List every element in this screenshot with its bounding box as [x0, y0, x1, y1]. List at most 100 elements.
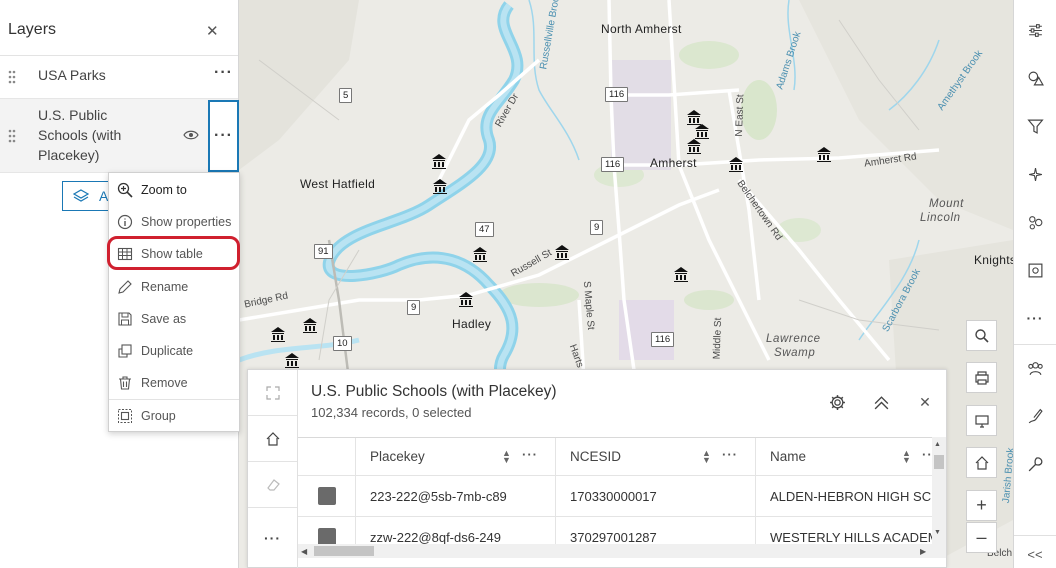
map-label-hadley: Hadley: [452, 317, 492, 331]
school-marker-icon[interactable]: [431, 177, 449, 195]
route-shield: 10: [333, 336, 352, 351]
layer-name-line: Placekey): [38, 147, 100, 163]
school-marker-icon[interactable]: [269, 325, 287, 343]
layer-options-button-active[interactable]: ···: [208, 100, 239, 172]
sort-icon[interactable]: ▲ ▼: [502, 449, 511, 465]
add-layer-button[interactable]: A: [62, 181, 112, 211]
aggregation-button[interactable]: [1014, 204, 1056, 240]
school-marker-icon[interactable]: [727, 155, 745, 173]
sharing-button[interactable]: [1014, 350, 1056, 386]
effects-icon: [1028, 167, 1042, 181]
visibility-eye-icon[interactable]: [183, 129, 199, 141]
menu-item-remove[interactable]: Remove: [109, 368, 239, 398]
tools-icon: [1028, 456, 1042, 471]
menu-item-save-as[interactable]: Save as: [109, 304, 239, 334]
table-vertical-scrollbar[interactable]: ▲ ▼: [932, 437, 946, 558]
collapse-table-button[interactable]: [871, 392, 891, 412]
sort-icon[interactable]: ▲ ▼: [902, 449, 911, 465]
right-toolbar: ··· <<: [1013, 0, 1056, 568]
table-row[interactable]: 223-222@5sb-7mb-c89 170330000017 ALDEN-H…: [298, 476, 932, 517]
drag-handle-icon[interactable]: [8, 129, 16, 143]
pop-ups-button[interactable]: [1014, 252, 1056, 288]
zoom-in-icon: [117, 182, 133, 198]
row-select-cell[interactable]: [298, 476, 356, 516]
effects-button[interactable]: [1014, 156, 1056, 192]
filter-button[interactable]: [1014, 108, 1056, 144]
menu-item-duplicate[interactable]: Duplicate: [109, 336, 239, 366]
menu-item-group[interactable]: Group: [109, 401, 239, 431]
close-icon[interactable]: ✕: [206, 22, 219, 40]
drag-handle-icon[interactable]: [8, 70, 16, 84]
layer-item-us-public-schools[interactable]: U.S. Public Schools (with Placekey): [0, 99, 238, 173]
home-icon: [975, 455, 988, 470]
cell-placekey: 223-222@5sb-7mb-c89: [356, 476, 556, 516]
school-marker-icon[interactable]: [553, 243, 571, 261]
sketch-button[interactable]: [1014, 398, 1056, 434]
layers-stack-icon: [73, 189, 89, 202]
layer-options-button[interactable]: ···: [214, 64, 233, 82]
school-marker-icon[interactable]: [457, 290, 475, 308]
scroll-down-icon[interactable]: ▼: [934, 529, 944, 536]
properties-button[interactable]: [1014, 12, 1056, 48]
scroll-up-icon[interactable]: ▲: [934, 441, 944, 448]
print-button[interactable]: [966, 362, 997, 393]
info-icon: [117, 214, 133, 230]
expand-button[interactable]: [248, 370, 297, 416]
menu-item-label: Duplicate: [141, 344, 194, 358]
menu-item-rename[interactable]: Rename: [109, 272, 239, 302]
styles-button[interactable]: [1014, 60, 1056, 96]
scroll-left-icon[interactable]: ◀: [301, 547, 307, 556]
configure-pop-up-icon: [1028, 263, 1042, 277]
add-layer-label: A: [99, 188, 109, 204]
collapse-toolbar-button[interactable]: <<: [1014, 541, 1056, 567]
table-home-button[interactable]: [248, 416, 297, 462]
search-button[interactable]: [966, 320, 997, 351]
eraser-icon: [266, 478, 280, 491]
more-icon: ···: [214, 127, 233, 144]
school-marker-icon[interactable]: [685, 137, 703, 155]
column-header-name[interactable]: Name ▲▼ ···: [756, 438, 932, 475]
collapse-icon: <<: [1027, 546, 1043, 562]
map-label-middle-st: Middle St: [711, 317, 725, 360]
layer-item-usa-parks[interactable]: USA Parks ···: [0, 56, 238, 99]
table-settings-button[interactable]: [827, 392, 847, 412]
layer-name: USA Parks: [38, 67, 106, 83]
column-options-icon[interactable]: ···: [922, 447, 932, 462]
close-table-button[interactable]: ✕: [915, 392, 935, 412]
screen-button[interactable]: [966, 405, 997, 436]
column-header-ncesid[interactable]: NCESID ▲ ▼ ···: [556, 438, 756, 475]
filter-icon: [1026, 119, 1044, 134]
analysis-tools-button[interactable]: [1014, 446, 1056, 482]
clear-selection-button[interactable]: [248, 462, 297, 508]
zoom-out-button[interactable]: –: [966, 522, 997, 553]
shapes-icon: [1028, 71, 1044, 85]
menu-item-zoom-to[interactable]: Zoom to: [109, 175, 239, 205]
route-shield: 116: [605, 87, 629, 102]
column-options-icon[interactable]: ···: [722, 447, 738, 462]
sort-icon[interactable]: ▲ ▼: [702, 449, 711, 465]
table-more-button[interactable]: ···: [248, 508, 297, 568]
school-marker-icon[interactable]: [815, 145, 833, 163]
home-button[interactable]: [966, 447, 997, 478]
map-label-lawrence: Lawrence: [766, 333, 821, 345]
menu-item-show-table[interactable]: Show table: [109, 239, 239, 269]
school-marker-icon[interactable]: [283, 351, 301, 369]
menu-item-show-properties[interactable]: Show properties: [109, 207, 239, 237]
zoom-in-label: +: [976, 495, 987, 515]
route-shield: 9: [590, 220, 604, 235]
school-marker-icon[interactable]: [430, 152, 448, 170]
column-header-placekey[interactable]: Placekey ▲ ▼ ···: [356, 438, 556, 475]
school-marker-icon[interactable]: [672, 265, 690, 283]
home-icon: [266, 431, 279, 446]
column-options-icon[interactable]: ···: [522, 447, 538, 462]
scrollbar-thumb[interactable]: [934, 455, 944, 469]
more-tools-button[interactable]: ···: [1014, 300, 1056, 336]
school-marker-icon[interactable]: [471, 245, 489, 263]
row-select-box[interactable]: [318, 487, 336, 505]
scrollbar-thumb[interactable]: [314, 546, 374, 556]
zoom-in-button[interactable]: +: [966, 490, 997, 521]
table-header-row: Placekey ▲▼ ··· NCESID ▲▼ ··· Name ▲▼ ··…: [298, 438, 932, 476]
table-horizontal-scrollbar[interactable]: ◀ ▶: [298, 544, 932, 558]
school-marker-icon[interactable]: [301, 316, 319, 334]
scroll-right-icon[interactable]: ▶: [920, 547, 926, 556]
